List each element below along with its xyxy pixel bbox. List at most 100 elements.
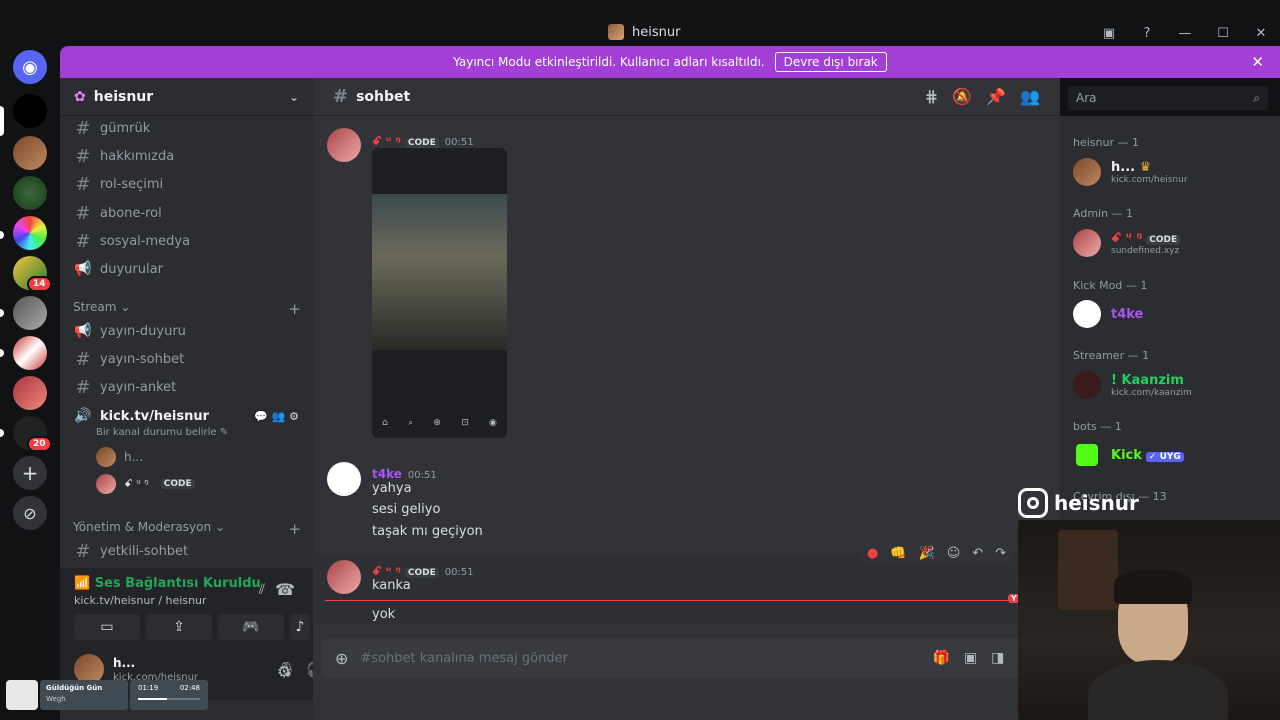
server-icon[interactable]: [13, 94, 47, 128]
voice-user[interactable]: h...: [96, 447, 143, 467]
sticker-icon[interactable]: ◨: [991, 650, 1004, 666]
add-attachment-icon[interactable]: ⊕: [335, 649, 348, 668]
members-icon[interactable]: 👥: [1020, 87, 1040, 106]
instagram-handle: heisnur: [1054, 491, 1139, 515]
server-icon[interactable]: [13, 176, 47, 210]
gift-icon[interactable]: 🎁: [932, 650, 949, 666]
minimize-icon[interactable]: —: [1166, 22, 1204, 44]
settings-gear-icon[interactable]: ⚙: [277, 662, 291, 681]
reaction-icon[interactable]: ●: [867, 546, 878, 561]
megaphone-icon: 📢: [74, 323, 92, 339]
member-item[interactable]: h... ♛ kick.com/heisnur: [1073, 154, 1273, 190]
server-icon-heisnur[interactable]: [13, 136, 47, 170]
guild-header[interactable]: ✿ heisnur ⌄: [60, 78, 313, 116]
user-tag: CODE: [160, 479, 195, 489]
member-name: ꗃ ᵘ ᵑ: [1111, 230, 1143, 246]
channel-rol-secimi[interactable]: # rol-seçimi: [68, 171, 305, 197]
search-icon[interactable]: ⌕: [408, 418, 413, 428]
channel-yayin-sohbet[interactable]: # yayın-sohbet: [68, 346, 305, 372]
channel-gumruk[interactable]: # gümrük: [68, 115, 305, 141]
threads-icon[interactable]: ⋕: [925, 87, 938, 106]
avatar[interactable]: [327, 560, 361, 594]
reaction-icon[interactable]: 👊: [890, 546, 906, 561]
message-author[interactable]: t4ke: [372, 467, 402, 481]
forward-icon[interactable]: ↷: [995, 546, 1006, 561]
voice-connected-subtitle[interactable]: kick.tv/heisnur / heisnur: [74, 594, 207, 607]
member-item[interactable]: Kick ✓ UYG: [1073, 437, 1273, 473]
song-title: Güldüğün Gün: [46, 684, 103, 692]
add-channel-icon[interactable]: +: [288, 300, 301, 318]
message-composer: ⊕ #sohbet kanalına mesaj gönder 🎁 ▣ ◨ ☺: [321, 638, 1047, 678]
member-item[interactable]: ꗃ ᵘ ᵑ CODE sundefined.xyz: [1073, 225, 1273, 261]
add-reaction-icon[interactable]: ☺: [947, 546, 961, 561]
category-stream[interactable]: Stream ⌄ +: [73, 300, 301, 318]
server-icon[interactable]: [13, 216, 47, 250]
guild-name: heisnur: [93, 88, 154, 105]
server-icon[interactable]: [13, 376, 47, 410]
discord-home-icon[interactable]: ◉: [13, 50, 47, 84]
disable-streamer-mode-button[interactable]: Devre dışı bırak: [774, 52, 887, 72]
avatar[interactable]: [327, 128, 361, 162]
message-text: yahya: [372, 481, 412, 496]
channel-yayin-duyuru[interactable]: 📢 yayın-duyuru: [68, 318, 305, 344]
category-yonetim[interactable]: Yönetim & Moderasyon ⌄ +: [73, 520, 301, 538]
avatar[interactable]: [327, 462, 361, 496]
channel-status[interactable]: Bir kanal durumu belirle ✎: [96, 427, 228, 438]
voice-channel-kick[interactable]: 🔊 kick.tv/heisnur 💬 👥 ⚙: [68, 403, 305, 429]
video-attachment[interactable]: ⌂ ⌕ ⊕ ⊡ ◉: [372, 148, 507, 438]
member-name: h...: [1111, 159, 1136, 175]
voice-channel-actions[interactable]: 💬 👥 ⚙: [254, 410, 299, 423]
add-icon[interactable]: ⊕: [433, 418, 441, 428]
screen-share-button[interactable]: ⇪: [146, 614, 212, 640]
maximize-icon[interactable]: ☐: [1204, 22, 1242, 44]
add-server-icon[interactable]: +: [13, 456, 47, 490]
channel-yayin-anket[interactable]: # yayın-anket: [68, 374, 305, 400]
disconnect-icon[interactable]: ☎: [275, 580, 295, 599]
help-icon[interactable]: ?: [1128, 22, 1166, 44]
user-tag: CODE: [1146, 234, 1181, 245]
profile-icon[interactable]: ◉: [489, 418, 497, 428]
member-item[interactable]: ! Kaanzim kick.com/kaanzim: [1073, 367, 1273, 403]
home-icon[interactable]: ⌂: [382, 418, 388, 428]
voice-user[interactable]: ꗃ ᵘ ᵑ CODE: [96, 474, 195, 494]
grid-icon[interactable]: ⊡: [461, 418, 469, 428]
add-channel-icon[interactable]: +: [288, 520, 301, 538]
message-time: 00:51: [444, 567, 474, 578]
song-artist: Wegh: [46, 695, 66, 703]
category-label: Stream: [73, 300, 117, 314]
reaction-icon[interactable]: 🎉: [919, 546, 935, 561]
channel-label: hakkımızda: [100, 148, 175, 164]
search-input[interactable]: Ara ⌕: [1068, 86, 1268, 110]
channel-yetkili-sohbet[interactable]: # yetkili-sohbet: [68, 538, 305, 564]
activity-button[interactable]: 🎮: [218, 614, 284, 640]
progress-fill: [138, 698, 168, 700]
video-off-button[interactable]: ▭: [74, 614, 140, 640]
message-author[interactable]: ꗃ ᵘ ᵑ: [372, 564, 401, 578]
channel-sosyal-medya[interactable]: # sosyal-medya: [68, 228, 305, 254]
noise-suppression-icon[interactable]: ⫽: [259, 582, 265, 598]
server-icon[interactable]: [13, 296, 47, 330]
server-icon[interactable]: [13, 336, 47, 370]
soundboard-button[interactable]: ♪: [290, 614, 310, 640]
close-icon[interactable]: ✕: [1242, 22, 1280, 44]
inbox-icon[interactable]: ▣: [1090, 22, 1128, 44]
channel-abone-rol[interactable]: # abone-rol: [68, 200, 305, 226]
pin-icon[interactable]: 📌: [986, 87, 1006, 106]
gif-icon[interactable]: ▣: [964, 650, 977, 666]
instagram-overlay: heisnur: [1018, 488, 1139, 518]
member-item[interactable]: t4ke: [1073, 296, 1273, 332]
explore-icon[interactable]: ⊘: [13, 496, 47, 530]
avatar: [96, 474, 116, 494]
member-status: kick.com/heisnur: [1111, 174, 1188, 185]
message-author[interactable]: ꗃ ᵘ ᵑ: [372, 134, 401, 148]
video-controls[interactable]: ⌂ ⌕ ⊕ ⊡ ◉: [372, 418, 507, 428]
channel-duyurular[interactable]: 📢 duyurular: [68, 256, 305, 282]
channel-hakkimizda[interactable]: # hakkımızda: [68, 143, 305, 169]
reply-icon[interactable]: ↶: [972, 546, 983, 561]
streamer-body: [1088, 660, 1228, 720]
member-group-title: heisnur — 1: [1073, 136, 1139, 149]
channel-status-text: Bir kanal durumu belirle: [96, 427, 217, 438]
close-icon[interactable]: ✕: [1251, 53, 1264, 71]
notification-mute-icon[interactable]: 🔕: [952, 87, 972, 106]
message-input[interactable]: #sohbet kanalına mesaj gönder: [360, 651, 568, 666]
